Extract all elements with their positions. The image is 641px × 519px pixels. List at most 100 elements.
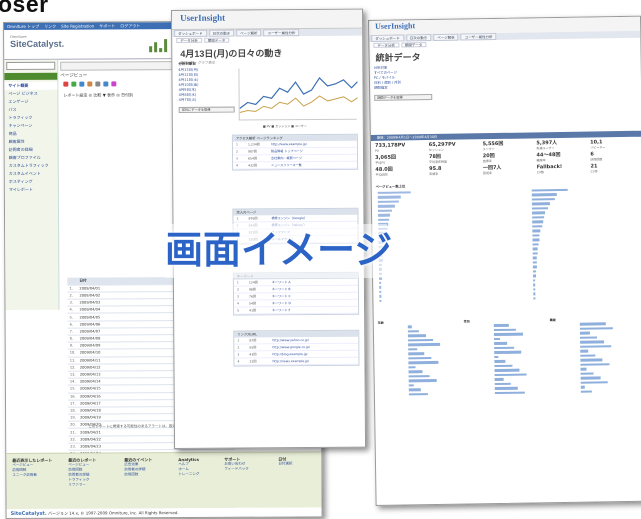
bar <box>379 286 382 289</box>
page-title: 統計データ <box>375 52 421 63</box>
footer-link[interactable]: ページビュー <box>68 463 89 467</box>
nav-tab[interactable]: ダッシュボード <box>371 34 404 42</box>
footer-link[interactable]: トレーニング <box>178 472 199 476</box>
footer-link[interactable]: お問い合わせ <box>224 462 245 466</box>
report-suite-select[interactable] <box>6 61 56 70</box>
sidebar-item[interactable]: 顧客属性 <box>5 138 58 146</box>
sidebar-item[interactable]: カスタムトラフィック <box>5 162 58 170</box>
rank-number: 4 <box>236 163 239 168</box>
bar <box>493 324 509 327</box>
nav-tab[interactable]: 日次の動き <box>405 34 432 42</box>
sidebar-item[interactable]: エンゲージ <box>4 98 57 106</box>
nav-tab[interactable]: ダッシュボード <box>174 29 207 37</box>
date-link[interactable]: 4月7日(火) <box>179 98 235 103</box>
bar <box>533 297 536 300</box>
date-picker-panel: 分析対象日 4月13日(月) 4月12日(日) 4月11日(土) 4月10日(金… <box>178 62 235 113</box>
sub-tab[interactable]: 期間データ <box>400 42 427 48</box>
bar <box>408 392 428 396</box>
bar <box>408 384 414 387</box>
ranking-link[interactable]: キーワード B <box>272 287 291 291</box>
ranking-link[interactable]: キーワード D <box>272 301 291 305</box>
sidebar-item[interactable]: カスタムイベント <box>5 170 58 178</box>
footer-link[interactable]: 訪問回数 <box>124 472 138 476</box>
table-icon[interactable] <box>79 81 85 87</box>
ranking-row[interactable]: 4 21回 http://news.example.jp/ <box>234 357 359 366</box>
bar <box>533 274 537 278</box>
sidebar-item[interactable]: トラフィック <box>4 114 57 122</box>
fetch-data-button[interactable]: 期間データを取得 <box>374 94 433 101</box>
ranking-row[interactable]: 4 432回 ニュースリリース一覧 <box>233 161 358 170</box>
fetch-prev-button[interactable]: 前日にデータを取得 <box>178 106 235 113</box>
footer-link[interactable]: ユニーク訪問者 <box>12 473 37 477</box>
sidebar-item[interactable]: サイト概要 <box>4 81 58 90</box>
nav-tab[interactable]: ページ解析 <box>433 33 459 41</box>
sidebar-item[interactable]: ページ ビジネス <box>4 90 57 98</box>
ranking-link[interactable]: 会社案内・概要ページ <box>271 156 302 160</box>
trend-icon[interactable] <box>71 81 77 87</box>
ranking-link[interactable]: http://blog.example.jp/ <box>272 352 307 356</box>
nav-tab[interactable]: ユーザー属性分析 <box>263 29 300 37</box>
kpi-value: Fallback! <box>536 163 563 171</box>
sub-tab[interactable]: データ分析 <box>373 42 399 48</box>
sidebar-item[interactable]: キャンペーン <box>5 122 58 130</box>
print-icon[interactable] <box>95 81 101 87</box>
sidebar-item[interactable]: ホスティング <box>5 178 58 186</box>
kpi-tile: 5,397人 新規ユーザー <box>536 140 590 150</box>
rank-number: 4 <box>237 359 240 364</box>
email-icon[interactable] <box>103 81 109 87</box>
ranking-link[interactable]: 製品情報 トップページ <box>271 149 303 153</box>
footer-link[interactable]: 訪問回数 <box>68 468 82 472</box>
bar <box>532 220 544 224</box>
ranking-link[interactable]: http://www.yahoo.co.jp/ <box>272 338 309 342</box>
row-number: 18. <box>68 406 79 415</box>
sidebar-item[interactable]: パス <box>4 106 57 114</box>
footer-link[interactable]: 広告効果 <box>124 462 138 466</box>
nav-tab[interactable]: 日次の動き <box>208 29 235 37</box>
footer-link[interactable]: 日付選択 <box>278 461 292 465</box>
footer-link[interactable]: 訪問回数 <box>12 468 26 472</box>
ranking-link[interactable]: キーワード E <box>272 308 290 312</box>
ranking-row[interactable]: 5 41回 キーワード E <box>234 306 359 315</box>
sub-tab[interactable]: 期間データ <box>203 37 230 43</box>
bookmark-icon[interactable] <box>111 81 117 87</box>
trend-line <box>239 95 358 114</box>
footer-link[interactable]: ヘルプ <box>178 462 189 466</box>
sidebar-item[interactable]: マイレポート <box>5 186 58 194</box>
graph-icon[interactable] <box>63 81 69 87</box>
sidebar-item[interactable]: 訪問者の詳細 <box>5 146 58 154</box>
ranking-link[interactable]: キーワード A <box>272 280 291 284</box>
bar <box>532 225 542 228</box>
kpi-label: ユーザー <box>482 147 495 152</box>
export-icon[interactable] <box>87 81 93 87</box>
footer-link[interactable]: リファラー <box>68 483 86 487</box>
sidebar-item[interactable]: 商品 <box>5 130 58 138</box>
footer-link[interactable]: ホーム <box>178 467 188 471</box>
sub-tab[interactable]: データ分析 <box>176 37 202 43</box>
footer-link[interactable]: フィードバック <box>224 467 248 471</box>
ranking-link[interactable]: キーワード C <box>272 294 291 298</box>
nav-tab[interactable]: ページ解析 <box>236 29 262 37</box>
ranking-link[interactable]: http://news.example.jp/ <box>272 359 309 363</box>
ranking-link[interactable]: http://www.example.jp/ <box>271 142 307 146</box>
bar <box>533 283 536 287</box>
nav-tab[interactable]: ユーザー属性分析 <box>460 32 497 41</box>
bar <box>532 243 539 246</box>
ranking-link[interactable]: 検索エンジン（Google） <box>271 216 307 220</box>
footer-link[interactable]: ページビュー <box>12 463 33 467</box>
filter-item[interactable]: 期間指定 <box>374 85 432 91</box>
sidebar-item[interactable]: 顧客プロファイル <box>5 154 58 162</box>
footer-link[interactable]: 訪問者の詳細 <box>124 467 145 471</box>
kpi-label: 離脱率 <box>536 158 546 163</box>
footer-link[interactable]: 訪問者の詳細 <box>68 473 89 477</box>
bar-row <box>533 295 633 301</box>
ranking-link[interactable]: ニュースリリース一覧 <box>271 163 302 167</box>
bar <box>408 356 432 360</box>
kpi-tile: 10,1 リピーター <box>590 139 641 149</box>
rank-number: 4 <box>237 301 240 306</box>
top-link[interactable]: リンク <box>44 23 56 30</box>
footer-link[interactable]: トラフィック <box>68 478 89 482</box>
footer-links: 最近表示したレポート ページビュー 訪問回数 ユニーク訪問者 最近のレポート ペ… <box>6 451 323 509</box>
ranking-row[interactable] <box>379 297 479 303</box>
ranking-link[interactable]: http://www.google.co.jp/ <box>272 345 310 349</box>
bar <box>531 193 557 197</box>
